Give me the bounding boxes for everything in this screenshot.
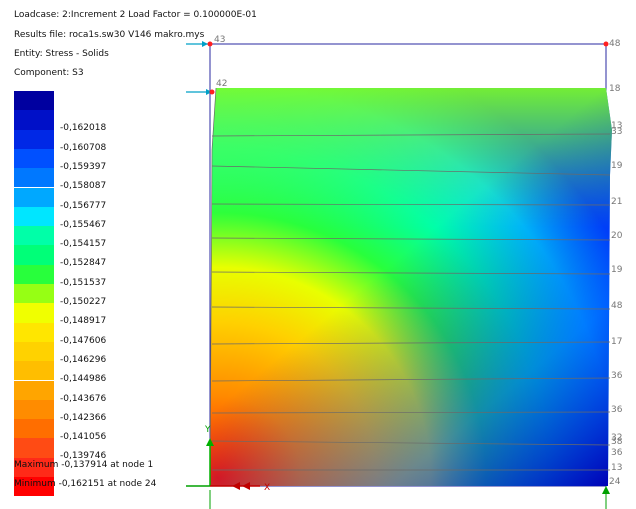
node-label-top-right: 48	[609, 39, 621, 49]
node-label: 38	[611, 437, 623, 447]
node-label: 13	[611, 463, 622, 473]
node-label-mid-right: 18	[609, 84, 621, 94]
node-label: 21	[611, 197, 622, 207]
node-label: 33	[611, 127, 622, 137]
node-label: 19	[611, 161, 623, 171]
node-label: 19	[611, 265, 623, 275]
axis-y-label: Y	[204, 425, 211, 435]
node-label: 36	[611, 448, 623, 458]
node-label: 48	[611, 301, 623, 311]
node-label: 36	[611, 371, 623, 381]
stress-contour-body	[210, 88, 612, 486]
node-label: 17	[611, 337, 622, 347]
axis-x-label: X	[264, 483, 270, 493]
node-label: 36	[611, 405, 623, 415]
right-node-labels: 1333192120194817363632133836	[611, 121, 623, 473]
boundary-markers	[186, 41, 609, 95]
node-label-bottom-right: 24	[609, 477, 621, 487]
node-label: 20	[611, 231, 623, 241]
node-label-mid-left: 42	[216, 79, 227, 89]
node-label-top-left: 43	[214, 35, 225, 45]
model-viewport[interactable]: 43 48 42 18 24 1333192120194817363632133…	[0, 0, 636, 509]
